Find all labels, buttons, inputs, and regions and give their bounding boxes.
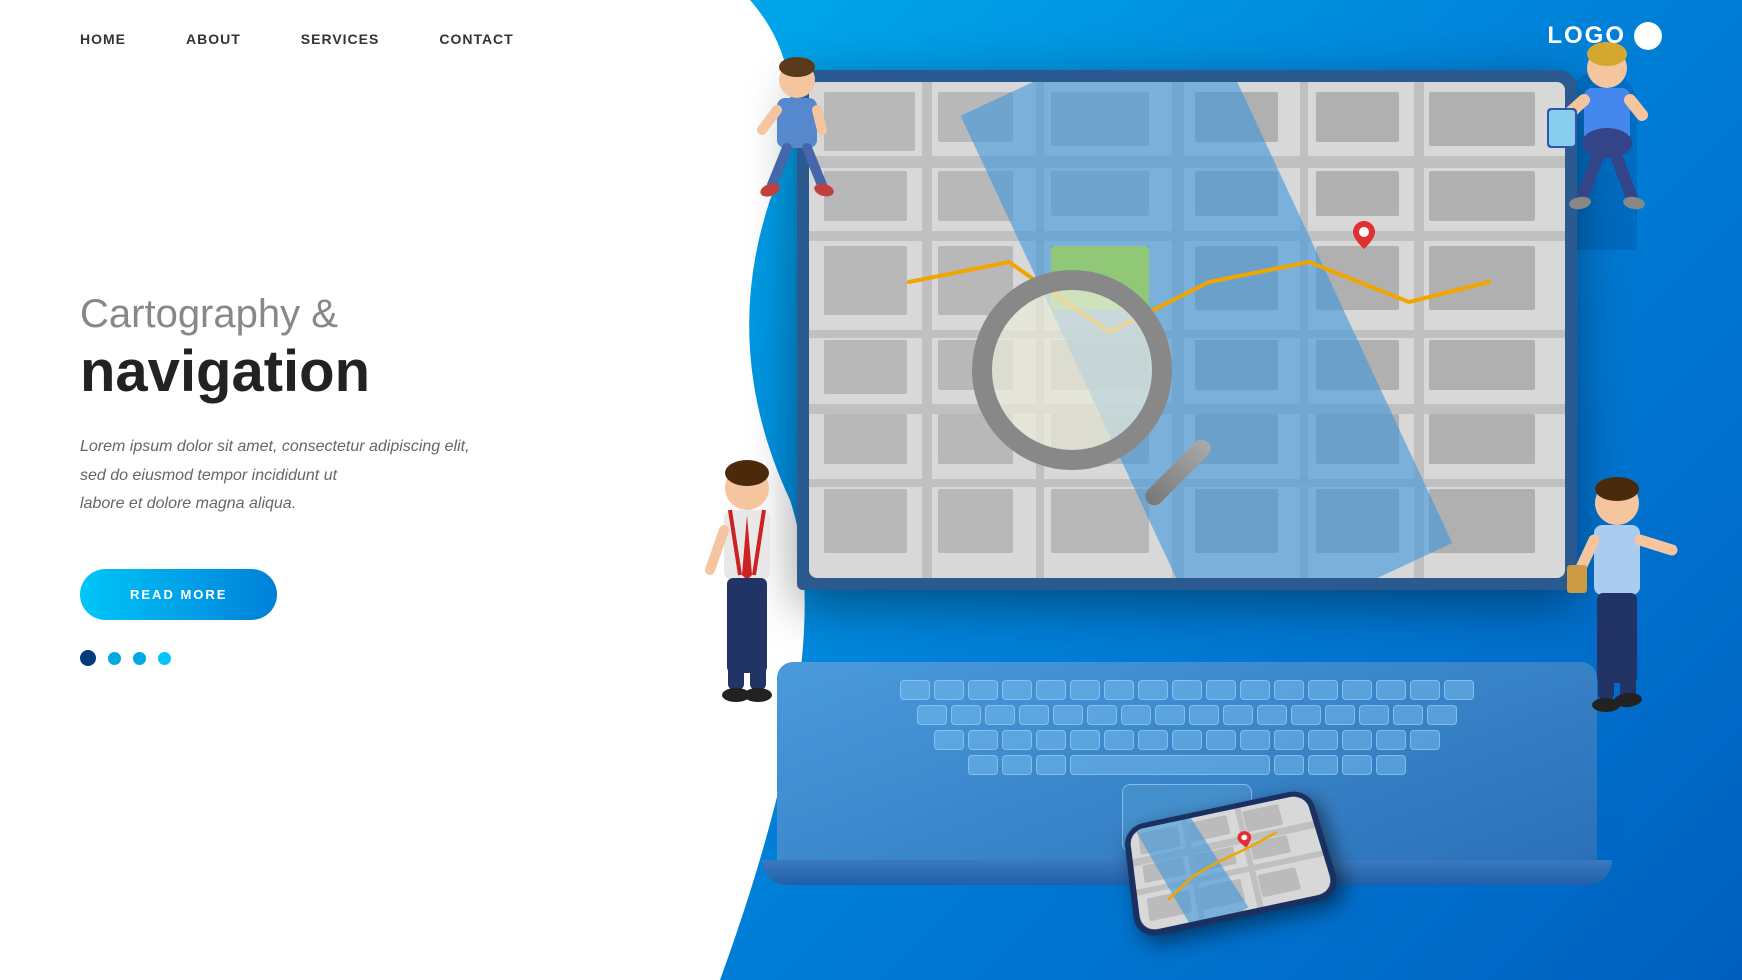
key-row-space (968, 755, 1406, 775)
person-stand-left (692, 460, 802, 740)
hero-description: Lorem ipsum dolor sit amet, consectetur … (80, 433, 470, 519)
dot-4[interactable] (158, 652, 171, 665)
navigation: HOME ABOUT SERVICES CONTACT (0, 0, 1742, 80)
carousel-dots (80, 650, 470, 666)
magnifying-glass (972, 270, 1202, 500)
dot-3[interactable] (133, 652, 146, 665)
logo-text: LOGO (1547, 22, 1626, 50)
key-row-3 (934, 730, 1440, 750)
nav-home[interactable]: HOME (80, 31, 126, 47)
key-row-2 (917, 705, 1457, 725)
key-row-1 (900, 680, 1474, 700)
nav-about[interactable]: ABOUT (186, 31, 241, 47)
illustration-container (662, 40, 1712, 940)
logo: LOGO (1547, 22, 1662, 50)
nav-links: HOME ABOUT SERVICES CONTACT (80, 31, 514, 49)
location-pin (1353, 221, 1375, 249)
read-more-button[interactable]: READ MORE (80, 569, 277, 620)
hero-title: navigation (80, 342, 470, 403)
person-top-left (742, 55, 852, 235)
person-stand-right (1562, 475, 1682, 745)
logo-dot-icon (1634, 22, 1662, 50)
hero-content: Cartography & navigation Lorem ipsum dol… (80, 290, 470, 666)
dot-2[interactable] (108, 652, 121, 665)
hero-subtitle: Cartography & (80, 290, 470, 338)
dot-1[interactable] (80, 650, 96, 666)
nav-services[interactable]: SERVICES (301, 31, 380, 47)
nav-contact[interactable]: CONTACT (439, 31, 513, 47)
